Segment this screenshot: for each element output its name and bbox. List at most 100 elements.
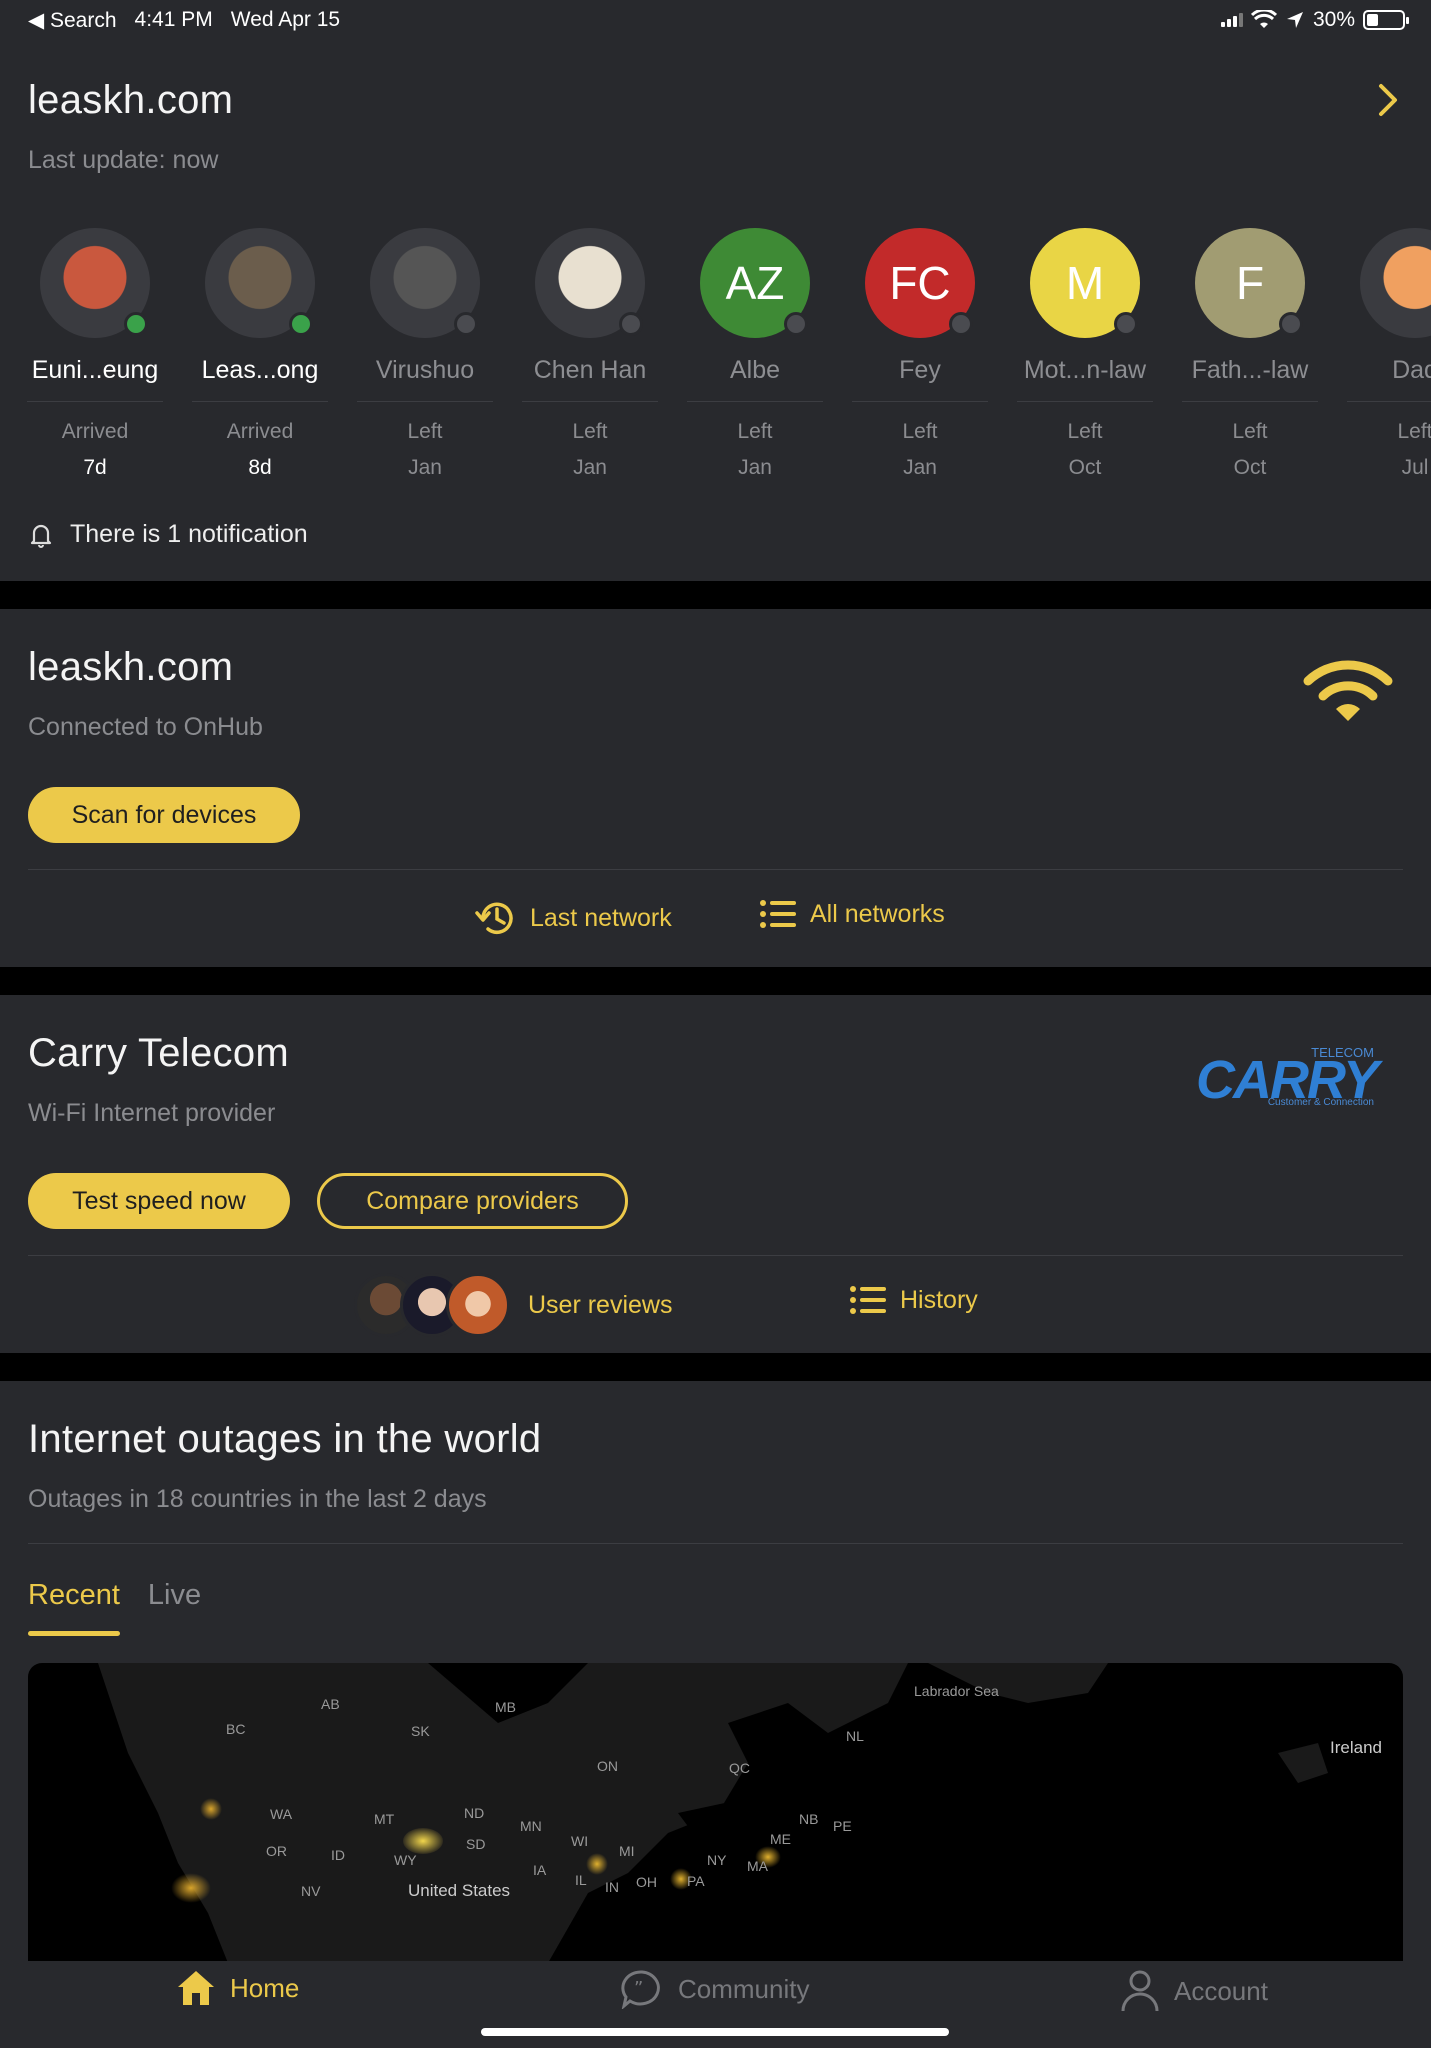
map-label: IN bbox=[605, 1879, 619, 1895]
all-networks-label: All networks bbox=[810, 899, 945, 928]
nav-account-label: Account bbox=[1174, 1975, 1268, 2006]
divider bbox=[192, 401, 328, 402]
map-label: AB bbox=[321, 1696, 340, 1712]
avatar: FC bbox=[865, 228, 975, 338]
person-item[interactable]: M Mot...n-law Left Oct bbox=[1017, 228, 1153, 480]
person-item[interactable]: Chen Han Left Jan bbox=[522, 228, 658, 480]
history-clock-icon bbox=[475, 902, 513, 935]
divider bbox=[687, 401, 823, 402]
map-label: BC bbox=[226, 1721, 246, 1737]
person-time: Jan bbox=[738, 456, 772, 479]
outages-card: Internet outages in the world Outages in… bbox=[0, 1381, 1431, 1963]
map-label: PA bbox=[687, 1873, 705, 1889]
person-item[interactable]: Virushuo Left Jan bbox=[357, 228, 493, 480]
last-update-text: Last update: now bbox=[28, 146, 219, 174]
map-label: PE bbox=[833, 1818, 852, 1834]
person-status: Left bbox=[737, 420, 773, 443]
history-link[interactable]: History bbox=[850, 1285, 978, 1315]
map-label: SK bbox=[411, 1723, 430, 1739]
back-to-search-link[interactable]: ◀ Search bbox=[28, 8, 117, 33]
network-subtitle: Connected to OnHub bbox=[28, 713, 263, 741]
person-item[interactable]: F Fath...-law Left Oct bbox=[1182, 228, 1318, 480]
map-label: SD bbox=[466, 1836, 486, 1852]
map-label: IA bbox=[533, 1862, 547, 1878]
person-status: Left bbox=[572, 420, 608, 443]
map-label: WI bbox=[571, 1833, 589, 1849]
divider bbox=[28, 1255, 1403, 1256]
offline-dot bbox=[1279, 312, 1303, 336]
nav-community[interactable]: ” Community bbox=[620, 1969, 809, 2009]
all-networks-link[interactable]: All networks bbox=[760, 899, 945, 929]
person-name: Leas...ong bbox=[201, 356, 319, 384]
map-label: NV bbox=[301, 1883, 321, 1899]
map-label: MA bbox=[747, 1858, 768, 1874]
avatar bbox=[535, 228, 645, 338]
outage-map[interactable]: Labrador Sea Ireland AB BC SK MB ON QC N… bbox=[28, 1663, 1403, 1963]
network-card: leaskh.com Connected to OnHub Scan for d… bbox=[0, 609, 1431, 967]
person-name: Dad bbox=[1392, 356, 1431, 384]
outage-hotspot bbox=[586, 1853, 608, 1875]
home-indicator bbox=[481, 2028, 949, 2036]
map-label: ON bbox=[597, 1758, 618, 1774]
bell-icon bbox=[30, 524, 52, 548]
person-time: Jan bbox=[573, 456, 607, 479]
isp-card: Carry Telecom Wi-Fi Internet provider TE… bbox=[0, 995, 1431, 1353]
outages-tabs: Recent Live bbox=[28, 1579, 201, 1636]
battery-percent: 30% bbox=[1312, 8, 1355, 31]
home-icon bbox=[178, 1971, 214, 2005]
nav-account[interactable]: Account bbox=[1120, 1969, 1268, 2013]
person-item[interactable]: Leas...ong Arrived 8d bbox=[192, 228, 328, 480]
notification-row[interactable]: There is 1 notification bbox=[30, 520, 308, 549]
person-time: Jul bbox=[1401, 456, 1429, 479]
status-time: 4:41 PM bbox=[134, 8, 213, 31]
user-reviews-link[interactable]: User reviews bbox=[354, 1273, 672, 1337]
test-speed-button[interactable]: Test speed now bbox=[28, 1173, 290, 1229]
outage-hotspot bbox=[403, 1828, 443, 1854]
divider bbox=[852, 401, 988, 402]
person-name: Fath...-law bbox=[1191, 356, 1309, 384]
last-network-link[interactable]: Last network bbox=[474, 899, 672, 937]
wifi-icon bbox=[1303, 660, 1393, 721]
isp-title: Carry Telecom bbox=[28, 1031, 290, 1075]
divider bbox=[1182, 401, 1318, 402]
person-name: Chen Han bbox=[533, 356, 647, 384]
status-date: Wed Apr 15 bbox=[230, 8, 341, 31]
location-arrow-icon bbox=[1286, 12, 1303, 28]
tab-live[interactable]: Live bbox=[148, 1579, 201, 1612]
divider bbox=[28, 869, 1403, 870]
person-item[interactable]: Dad Left Jul bbox=[1347, 228, 1431, 480]
outage-hotspot bbox=[200, 1798, 222, 1820]
status-bar: ◀ Search 4:41 PM Wed Apr 15 30% bbox=[0, 0, 1431, 40]
map-label: NY bbox=[707, 1852, 727, 1868]
bottom-tab-bar: Home ” Community Account bbox=[0, 1961, 1431, 2048]
divider bbox=[522, 401, 658, 402]
last-network-label: Last network bbox=[530, 903, 672, 932]
tab-recent[interactable]: Recent bbox=[28, 1579, 120, 1636]
offline-dot bbox=[454, 312, 478, 336]
avatar: AZ bbox=[700, 228, 810, 338]
person-time: Jan bbox=[408, 456, 442, 479]
map-landmass bbox=[98, 1663, 1328, 1963]
person-item[interactable]: AZ Albe Left Jan bbox=[687, 228, 823, 480]
wifi-status-icon bbox=[1250, 10, 1277, 28]
divider bbox=[1347, 401, 1431, 402]
divider bbox=[357, 401, 493, 402]
battery-icon bbox=[1363, 10, 1409, 30]
history-label: History bbox=[900, 1285, 978, 1314]
map-label: United States bbox=[408, 1881, 511, 1900]
scan-devices-button[interactable]: Scan for devices bbox=[28, 787, 300, 843]
reviewer-avatars bbox=[354, 1273, 514, 1337]
map-label: Ireland bbox=[1330, 1738, 1382, 1757]
carry-telecom-logo: TELECOM CARRY Customer & Connection bbox=[1196, 1045, 1379, 1110]
cell-signal-icon bbox=[1220, 13, 1243, 27]
person-item[interactable]: FC Fey Left Jan bbox=[852, 228, 988, 480]
chevron-right-icon[interactable] bbox=[1373, 82, 1403, 118]
nav-home[interactable]: Home bbox=[176, 1969, 299, 2007]
avatar bbox=[205, 228, 315, 338]
home-card[interactable]: leaskh.com Last update: now Euni...eung A… bbox=[0, 40, 1431, 581]
avatar bbox=[40, 228, 150, 338]
compare-providers-button[interactable]: Compare providers bbox=[317, 1173, 628, 1229]
avatar bbox=[1360, 228, 1431, 338]
person-item[interactable]: Euni...eung Arrived 7d bbox=[27, 228, 163, 480]
person-name: Fey bbox=[899, 356, 941, 384]
